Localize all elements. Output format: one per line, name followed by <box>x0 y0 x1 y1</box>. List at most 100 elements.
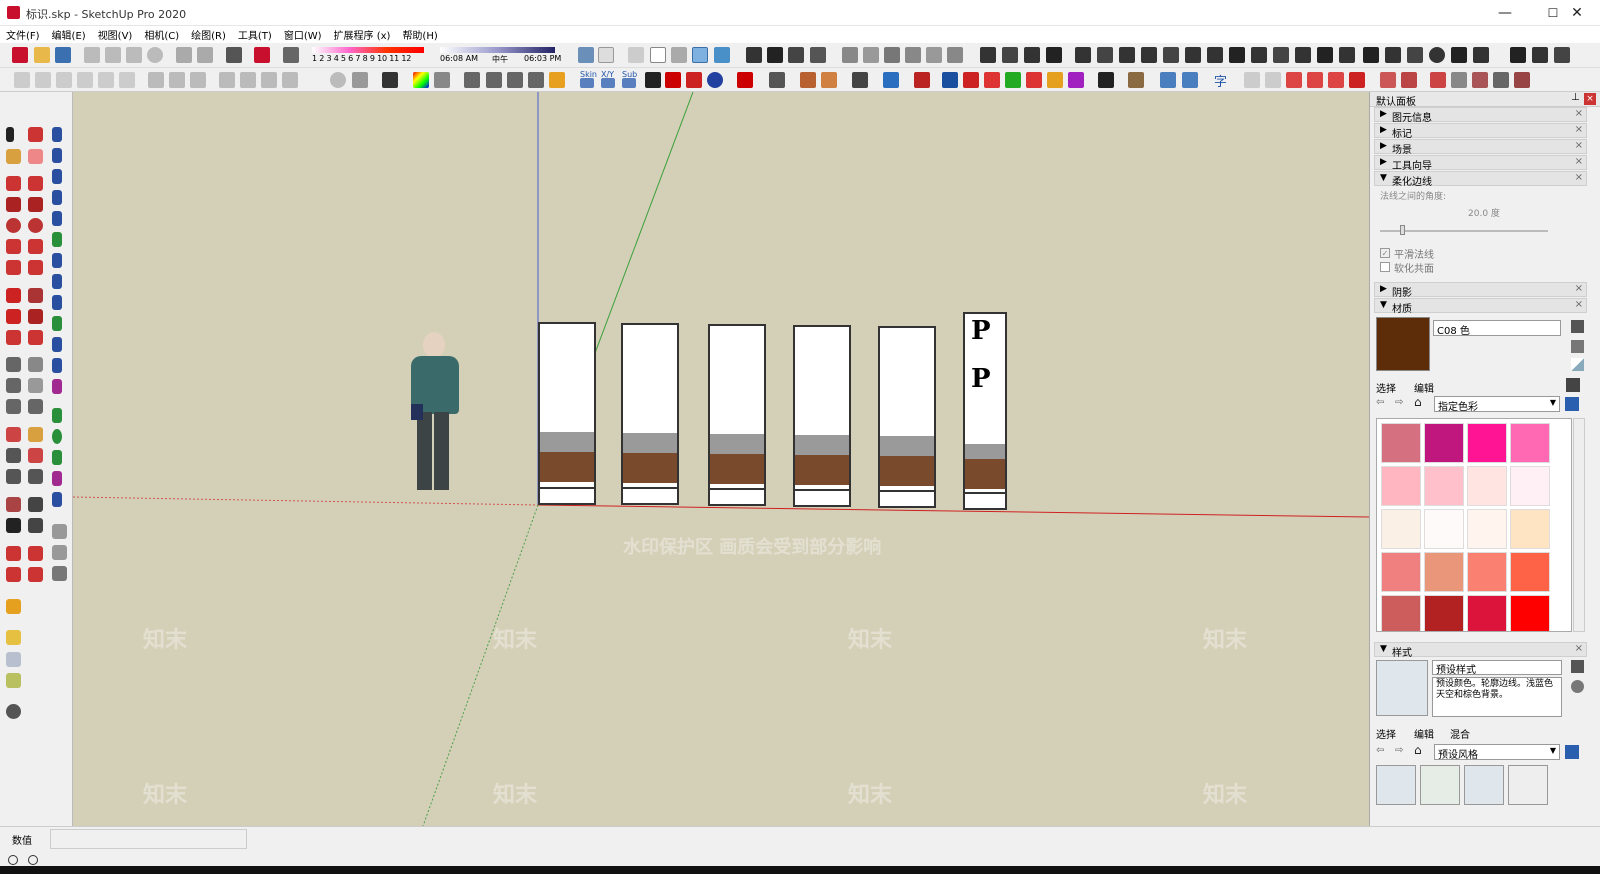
move-blue-icon[interactable] <box>942 72 958 88</box>
style-thumbnail[interactable] <box>1376 660 1428 716</box>
materials-tab-select[interactable]: 选择 <box>1376 380 1396 395</box>
orbit-icon[interactable] <box>6 427 21 442</box>
create-material-icon[interactable] <box>1571 320 1584 333</box>
render-settings-icon[interactable] <box>707 72 723 88</box>
bars-icon[interactable] <box>1046 47 1062 63</box>
menu-window[interactable]: 窗口(W) <box>278 26 328 42</box>
paint-default-icon[interactable] <box>1571 340 1584 353</box>
text-tool-label[interactable]: 字 <box>1214 71 1227 90</box>
bezier-icon[interactable] <box>52 127 62 142</box>
sandbox-contours-icon[interactable] <box>148 72 164 88</box>
menu-tools[interactable]: 工具(T) <box>232 26 278 42</box>
section-cut-icon[interactable] <box>507 72 523 88</box>
scale-purple-icon[interactable] <box>1068 72 1084 88</box>
angle-slider-thumb[interactable] <box>1400 225 1405 235</box>
back-arrow-icon[interactable]: ⇦ <box>1376 397 1388 409</box>
add-detail-icon[interactable] <box>261 72 277 88</box>
solid-union-icon[interactable] <box>14 72 30 88</box>
swatch-scrollbar[interactable] <box>1573 418 1585 632</box>
arc-3pt-icon[interactable] <box>28 239 43 254</box>
menu-help[interactable]: 帮助(H) <box>396 26 443 42</box>
circle-icon[interactable] <box>6 218 21 233</box>
back-edges-icon[interactable] <box>598 47 614 63</box>
arc-icon-left[interactable] <box>6 260 21 275</box>
signage-totem-1[interactable] <box>538 322 596 505</box>
ramp-icon[interactable] <box>1024 47 1040 63</box>
pyramid-icon[interactable] <box>1510 47 1526 63</box>
color-palette-icon[interactable] <box>413 72 429 88</box>
material-swatch[interactable] <box>1510 466 1550 506</box>
share-model-icon[interactable] <box>28 546 43 561</box>
stop-icon[interactable] <box>665 72 681 88</box>
grid-tool-icon[interactable] <box>549 72 565 88</box>
box-4-icon[interactable] <box>1307 72 1323 88</box>
geolocation-icon[interactable] <box>8 855 18 865</box>
more-tools-icon[interactable] <box>1554 47 1570 63</box>
follow-icon[interactable] <box>1251 47 1267 63</box>
box-2-icon[interactable] <box>1265 72 1281 88</box>
left-view-icon[interactable] <box>947 47 963 63</box>
look-around-icon[interactable] <box>28 497 43 512</box>
arrows-icon[interactable] <box>1098 72 1114 88</box>
menu-extensions[interactable]: 扩展程序 (x) <box>328 26 397 42</box>
style-option[interactable] <box>1376 765 1416 805</box>
material-swatch[interactable] <box>1424 466 1464 506</box>
cube-yellow-icon[interactable] <box>6 630 21 645</box>
curve-icon[interactable] <box>1385 47 1401 63</box>
details-arrow-icon[interactable] <box>1565 397 1579 411</box>
flip-edge-icon[interactable] <box>282 72 298 88</box>
signage-totem-5[interactable] <box>878 326 936 508</box>
section-materials[interactable]: ▼ 材质 × <box>1374 298 1587 315</box>
render-icon[interactable] <box>686 72 702 88</box>
curve-2-icon[interactable] <box>52 211 62 226</box>
minimize-button[interactable]: — <box>1482 0 1528 26</box>
line-blue-icon[interactable] <box>1160 72 1176 88</box>
material-swatch[interactable] <box>1467 423 1507 463</box>
skin-icon[interactable] <box>580 78 594 88</box>
wireframe-icon[interactable] <box>628 47 644 63</box>
material-library-select[interactable]: 指定色彩 ▼ <box>1434 396 1560 413</box>
material-swatch[interactable] <box>1381 595 1421 631</box>
select-icon[interactable] <box>6 127 14 142</box>
cube-blue-icon[interactable] <box>6 652 21 667</box>
material-swatch[interactable] <box>1381 466 1421 506</box>
curve-4-icon[interactable] <box>52 253 62 268</box>
measurements-input[interactable] <box>50 829 247 849</box>
polygon-icon[interactable] <box>28 218 43 233</box>
top-view-icon[interactable] <box>863 47 879 63</box>
component-tool-icon[interactable] <box>883 72 899 88</box>
list-icon[interactable] <box>382 72 398 88</box>
section-plane-icon[interactable] <box>464 72 480 88</box>
material-4-icon[interactable] <box>1451 72 1467 88</box>
dimension-icon[interactable] <box>28 357 43 372</box>
curve-1-icon[interactable] <box>52 190 62 205</box>
menu-view[interactable]: 视图(V) <box>92 26 139 42</box>
sample-paint-icon[interactable] <box>1571 358 1584 371</box>
material-3-icon[interactable] <box>1430 72 1446 88</box>
style-details-arrow-icon[interactable] <box>1565 745 1579 759</box>
style-description-field[interactable]: 预设颜色。轮廓边线。浅蓝色天空和棕色背景。 <box>1432 677 1562 717</box>
grid-icon[interactable] <box>1532 47 1548 63</box>
back-view-icon[interactable] <box>926 47 942 63</box>
outliner-icon[interactable] <box>788 47 804 63</box>
material-swatch[interactable] <box>1381 509 1421 549</box>
paste-icon[interactable] <box>126 47 142 63</box>
current-material-swatch[interactable] <box>1376 317 1430 371</box>
home-icon[interactable]: ⌂ <box>1414 396 1427 409</box>
tools-icon[interactable] <box>352 72 368 88</box>
model-info-icon[interactable] <box>254 47 270 63</box>
scissors-icon[interactable] <box>434 72 450 88</box>
align-icon[interactable] <box>852 72 868 88</box>
section-styles[interactable]: ▼ 样式 × <box>1374 642 1587 659</box>
material-swatch[interactable] <box>1381 423 1421 463</box>
move-red-icon[interactable] <box>963 72 979 88</box>
material-swatch[interactable] <box>1467 509 1507 549</box>
rotate-red-icon[interactable] <box>984 72 1000 88</box>
smoove-icon[interactable] <box>190 72 206 88</box>
menu-file[interactable]: 文件(F) <box>0 26 46 42</box>
cut-icon[interactable] <box>84 47 100 63</box>
soften-coplanar-checkbox[interactable] <box>1380 262 1390 272</box>
box-1-icon[interactable] <box>1244 72 1260 88</box>
curve-9-icon[interactable] <box>52 358 62 373</box>
styles-tab-mix[interactable]: 混合 <box>1450 726 1470 741</box>
